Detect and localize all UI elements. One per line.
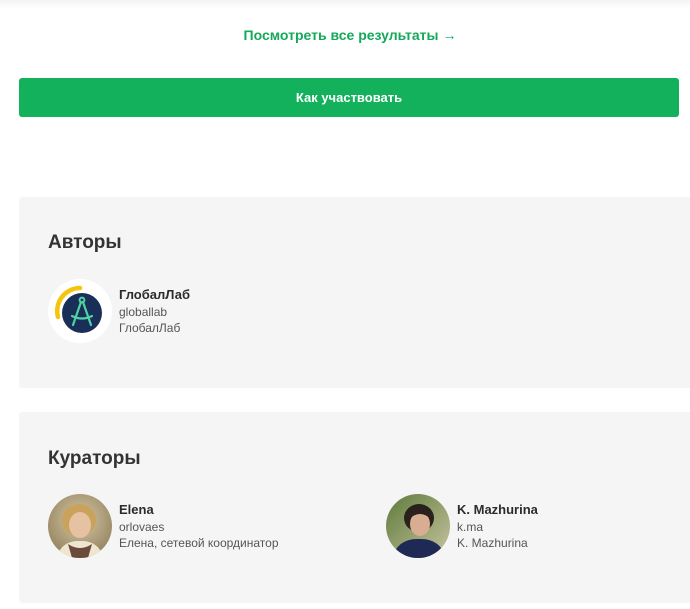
author-card: ГлобалЛаб globallab ГлобалЛаб: [48, 279, 348, 345]
curator-card: Elena orlovaes Елена, сетевой координато…: [48, 494, 368, 560]
curators-heading: Кураторы: [48, 448, 141, 469]
curator-login: k.ma: [457, 520, 484, 534]
curator-role: K. Mazhurina: [457, 536, 528, 550]
user-photo: [48, 494, 112, 558]
authors-heading: Авторы: [48, 232, 122, 253]
user-photo: [386, 494, 450, 558]
curator-avatar[interactable]: [386, 494, 450, 558]
how-to-participate-button[interactable]: Как участвовать: [19, 78, 679, 117]
author-name[interactable]: ГлобалЛаб: [119, 287, 190, 303]
author-login: globallab: [119, 305, 168, 319]
curator-avatar[interactable]: [48, 494, 112, 558]
curator-name[interactable]: K. Mazhurina: [457, 502, 538, 518]
curator-card: K. Mazhurina k.ma K. Mazhurina: [386, 494, 686, 560]
arrow-right-icon: →: [442, 27, 457, 43]
author-info: ГлобалЛаб globallab ГлобалЛаб: [119, 287, 190, 336]
author-role: ГлобалЛаб: [119, 321, 181, 335]
view-all-results-link[interactable]: Посмотреть все результаты →: [0, 27, 690, 43]
curator-info: Elena orlovaes Елена, сетевой координато…: [119, 502, 279, 551]
compass-logo-icon: [48, 279, 112, 343]
authors-panel: Авторы ГлобалЛаб globallab ГлобалЛаб: [19, 197, 690, 388]
curators-panel: Кураторы Elena orlovaes Елена, сетевой к…: [19, 412, 690, 603]
curator-login: orlovaes: [119, 520, 165, 534]
curator-name[interactable]: Elena: [119, 502, 279, 518]
view-all-results-label: Посмотреть все результаты: [243, 27, 439, 43]
curator-role: Елена, сетевой координатор: [119, 536, 279, 550]
curator-info: K. Mazhurina k.ma K. Mazhurina: [457, 502, 538, 551]
how-to-participate-label: Как участвовать: [295, 90, 403, 105]
author-avatar[interactable]: [48, 279, 112, 343]
top-fade: [0, 0, 690, 8]
